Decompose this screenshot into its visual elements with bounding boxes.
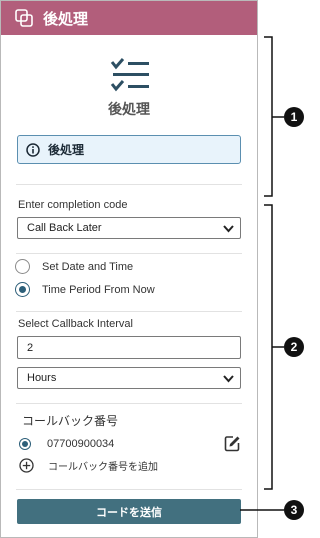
set-date-time-radio[interactable] [15,259,30,274]
interval-unit-value: Hours [27,372,57,384]
completion-code-label: Enter completion code [18,199,128,211]
add-callback-label: コールバック番号を追加 [48,462,158,473]
completion-code-value: Call Back Later [27,222,102,234]
wrap-up-panel: 後処理 後処理 後処理 Enter completion code Call B… [0,0,258,538]
callback-number-row[interactable]: 07700900034 [19,435,241,453]
divider [16,489,242,490]
edit-icon[interactable] [224,435,241,452]
checklist-icon [110,58,149,92]
divider [16,311,242,312]
add-circle-icon [19,458,34,473]
chevron-down-icon [223,225,234,233]
completion-code-select[interactable]: Call Back Later [17,217,241,239]
add-callback-number[interactable]: コールバック番号を追加 [19,458,158,473]
callback-number-radio[interactable] [19,438,31,450]
interval-unit-select[interactable]: Hours [17,367,241,389]
info-banner: 後処理 [17,135,241,164]
callback-interval-label: Select Callback Interval [18,318,133,330]
info-text: 後処理 [48,143,85,157]
callout-2: 2 [284,337,304,357]
task-title: 後処理 [108,101,150,117]
divider [16,403,242,404]
callback-interval-input[interactable] [17,336,241,359]
panel-title: 後処理 [43,10,89,28]
info-icon [26,142,40,157]
callout-3: 3 [284,500,304,520]
divider [16,253,242,254]
submit-code-button[interactable]: コードを送信 [17,499,241,524]
panel-header: 後処理 [1,1,257,35]
set-date-time-label: Set Date and Time [42,260,134,273]
time-period-option[interactable]: Time Period From Now [15,282,155,297]
set-date-time-option[interactable]: Set Date and Time [15,259,133,274]
callout-1: 1 [284,107,304,127]
wrap-up-icon [15,9,33,27]
time-period-radio[interactable] [15,282,30,297]
divider [16,184,242,185]
chevron-down-icon [223,375,234,383]
callback-number-title: コールバック番号 [22,414,119,428]
callback-number: 07700900034 [47,438,115,450]
time-period-label: Time Period From Now [42,283,155,296]
